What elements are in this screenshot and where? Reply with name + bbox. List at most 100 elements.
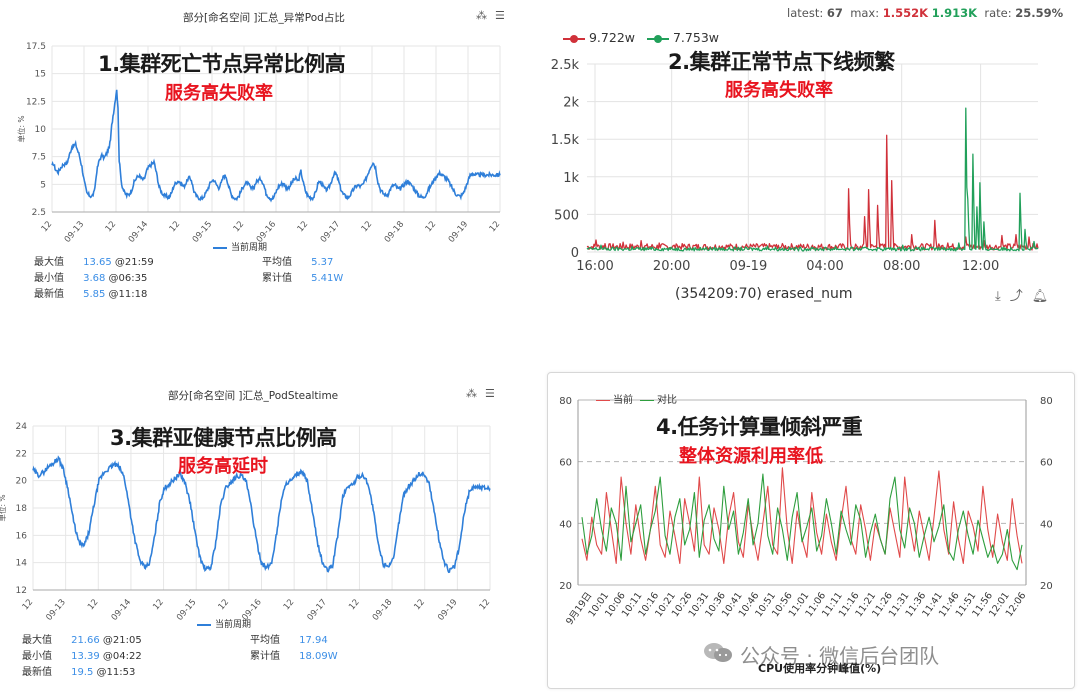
x-tick-label: 16:00: [576, 259, 613, 274]
series-line-9.722w: [586, 134, 1039, 251]
y-tick-label: 1k: [563, 171, 579, 186]
y-tick-label-right: 40: [1040, 519, 1053, 530]
legend-swatch: [197, 623, 211, 626]
x-tick-label: 12: [412, 598, 427, 613]
y-tick-label: 20: [16, 477, 28, 487]
annotation-subtitle: 整体资源利用率低: [679, 446, 823, 467]
x-tick-label: 12: [104, 220, 119, 235]
panel-erased-num: latest: 67 max: 1.552K 1.913K rate: 25.5…: [535, 0, 1080, 310]
legend-swatch: [640, 399, 654, 401]
annotation-title: 4.任务计算量倾斜严重: [656, 415, 863, 439]
wechat-icon: [704, 643, 732, 662]
y-tick-label: 2.5: [32, 208, 46, 218]
y-tick-label: 2k: [563, 96, 579, 111]
y-tick-label: 17.5: [26, 42, 46, 52]
x-tick-label: 12: [347, 598, 362, 613]
y-tick-label: 22: [16, 449, 27, 459]
x-tick-label: 08:00: [883, 259, 920, 274]
x-tick-label: 09-19: [729, 259, 767, 274]
x-tick-label: 12: [296, 220, 311, 235]
y-tick-label: 18: [16, 504, 28, 514]
y-tick-label-left: 40: [559, 519, 572, 530]
x-tick-label: 12: [168, 220, 183, 235]
y-tick-label-right: 20: [1040, 581, 1053, 592]
y-tick-label: 5: [40, 180, 46, 190]
x-tick-label: 09-15: [175, 598, 199, 623]
series-line-当前: [581, 467, 1023, 564]
x-tick-label: 09-17: [306, 598, 330, 623]
panel-actions: ⤓ ⤴ 🔔︎: [986, 285, 1048, 304]
download-icon[interactable]: ⤓: [995, 289, 1001, 304]
y-tick-label: 2.5k: [551, 58, 580, 73]
share-icon[interactable]: ⤴: [1010, 289, 1023, 304]
y-tick-label: 12: [16, 586, 27, 596]
x-tick-label: 12: [478, 598, 493, 613]
annotation-title: 2.集群正常节点下线频繁: [668, 50, 895, 74]
chart-toolbar: ⁂ ☰: [468, 9, 505, 22]
x-tick-label: 12: [21, 598, 36, 613]
stat-last: 最新值 5.85 @11:18: [34, 289, 148, 300]
y-tick-label-right: 60: [1040, 458, 1053, 469]
stat-sum: 累计值 5.41W: [262, 273, 344, 284]
y-axis-label: 单位: %: [0, 494, 7, 521]
menu-icon[interactable]: ☰: [485, 387, 495, 400]
legend-current-period[interactable]: 当前周期: [197, 617, 251, 630]
chart-title: 部分[命名空间 ]汇总_异常Pod占比: [183, 12, 345, 24]
x-tick-label: 20:00: [653, 259, 690, 274]
bell-icon[interactable]: 🔔︎: [1032, 289, 1049, 304]
x-tick-label: 12:00: [962, 259, 999, 274]
stat-min: 最小值 13.39 @04:22: [22, 651, 142, 662]
share-icon[interactable]: ⁂: [476, 9, 487, 22]
x-tick-label: 12: [232, 220, 247, 235]
annotation-subtitle: 服务高失败率: [165, 83, 273, 104]
x-tick-label: 09-18: [371, 598, 395, 623]
x-tick-label: 04:00: [806, 259, 843, 274]
x-tick-label: 09-17: [319, 220, 343, 245]
y-tick-label: 500: [554, 208, 579, 223]
y-axis-label: 单位: %: [16, 115, 26, 142]
x-tick-label: 12: [488, 220, 503, 235]
x-tick-label: 09-14: [110, 598, 134, 623]
panel-abnormal-pod-ratio: 部分[命名空间 ]汇总_异常Pod占比 ⁂ ☰ 2.5 5 7.5 10 12.5 15 17…: [0, 0, 515, 310]
y-tick-label-left: 60: [559, 458, 572, 469]
panel-pod-stealtime: 部分[命名空间 ]汇总_PodStealtime ⁂ ☰ 12 14 16 18 20 22…: [0, 380, 515, 696]
legend-swatch: [213, 246, 227, 249]
y-tick-label-left: 80: [559, 396, 572, 407]
stat-sum: 累计值 18.09W: [250, 651, 338, 662]
annotation-subtitle: 服务高延时: [178, 456, 268, 477]
y-tick-label: 16: [16, 531, 28, 541]
x-tick-label: 09-14: [127, 220, 151, 245]
legend-current[interactable]: 当前: [596, 391, 633, 406]
chart-title: 部分[命名空间 ]汇总_PodStealtime: [168, 390, 339, 402]
x-tick-label: 09-19: [447, 220, 471, 245]
y-tick-label: 15: [35, 70, 46, 80]
stat-max: 最大值 13.65 @21:59: [34, 257, 154, 268]
y-tick-label-left: 20: [559, 581, 572, 592]
y-tick-label: 14: [16, 559, 28, 569]
y-tick-label: 1.5k: [551, 133, 580, 148]
x-tick-label: 12: [282, 598, 297, 613]
series-query-label: (354209:70) erased_num: [675, 286, 853, 302]
x-tick-label: 09-13: [44, 598, 68, 623]
stat-max: 最大值 21.66 @21:05: [22, 635, 142, 646]
legend-swatch: [596, 399, 610, 401]
x-tick-label: 12: [86, 598, 101, 613]
share-icon[interactable]: ⁂: [466, 387, 477, 400]
top-stats: latest: 67 max: 1.552K 1.913K rate: 25.5…: [787, 6, 1064, 20]
y-tick-label: 24: [16, 422, 28, 432]
x-tick-label: 12: [151, 598, 166, 613]
x-tick-label: 12: [40, 220, 55, 235]
legend-compare[interactable]: 对比: [640, 391, 677, 406]
stat-avg: 平均值 5.37: [262, 257, 334, 268]
x-tick-label: 12: [424, 220, 439, 235]
legend-current-period[interactable]: 当前周期: [213, 240, 267, 253]
menu-icon[interactable]: ☰: [495, 9, 505, 22]
x-tick-label: 09-13: [63, 220, 87, 245]
y-tick-label: 7.5: [32, 153, 46, 163]
series-line-7.753w: [586, 107, 1039, 252]
stat-avg: 平均值 17.94: [250, 635, 328, 646]
legend-label: 当前周期: [215, 620, 252, 630]
x-tick-label: 12: [217, 598, 232, 613]
annotation-subtitle: 服务高失败率: [725, 80, 833, 101]
stat-min: 最小值 3.68 @06:35: [34, 273, 148, 284]
